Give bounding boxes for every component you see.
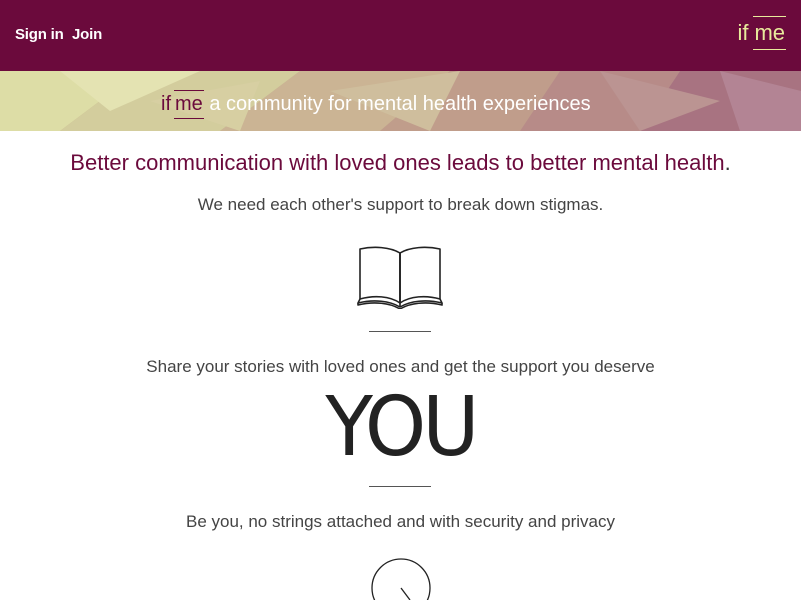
subheading-privacy: Be you, no strings attached and with sec… — [185, 512, 615, 531]
tagline-if: if — [161, 93, 171, 115]
ifme-logo[interactable]: if me — [737, 16, 786, 52]
subheading-support: We need each other's support to break do… — [197, 195, 604, 214]
you-graphic: YOU — [325, 380, 479, 475]
tagline-text: a community for mental health experience… — [203, 93, 591, 115]
clock-icon — [371, 558, 431, 600]
sign-in-link[interactable]: Sign in — [15, 26, 64, 43]
tagline-me: me — [174, 90, 204, 119]
subheading-share: Share your stories with loved ones and g… — [146, 357, 655, 376]
banner-tagline: if me a community for mental health exper… — [161, 90, 591, 119]
headline-punct: . — [724, 150, 731, 175]
logo-if-text: if — [737, 20, 749, 45]
join-link[interactable]: Join — [72, 26, 102, 43]
main-headline: Better communication with loved ones lea… — [0, 150, 801, 176]
top-navbar: Sign in Join if me — [0, 0, 801, 71]
logo-me-text: me — [753, 16, 786, 50]
divider-1 — [369, 331, 431, 332]
book-icon — [357, 246, 443, 309]
divider-2 — [369, 486, 431, 487]
headline-text: Better communication with loved ones lea… — [70, 150, 725, 175]
